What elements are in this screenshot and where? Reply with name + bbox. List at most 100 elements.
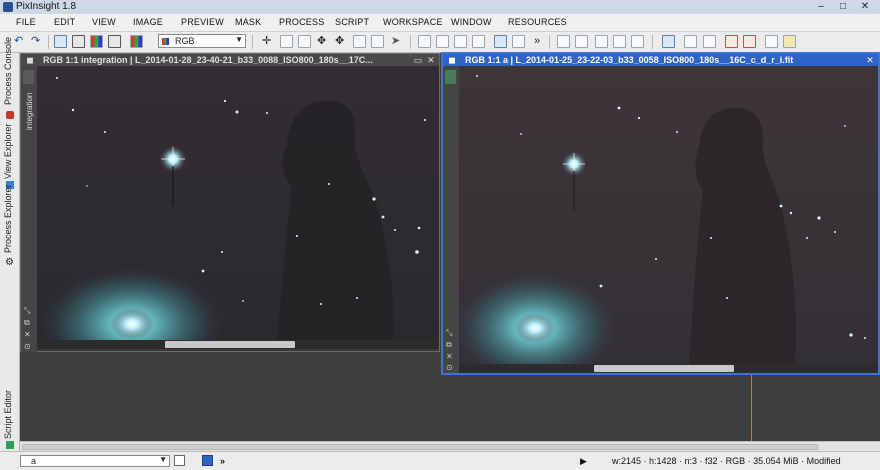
horizontal-scrollbar[interactable] [37, 340, 439, 349]
window-menu-icon[interactable]: ◼ [25, 55, 35, 65]
pin-icon[interactable]: ✕ [24, 330, 31, 339]
tab-label: Process Console [3, 36, 13, 105]
tile-icon[interactable] [557, 35, 570, 48]
zoom-icon[interactable]: ⤡ [446, 328, 452, 338]
window-title-bar[interactable]: RGB 1:1 integration | L_2014-01-28_23-40… [21, 54, 439, 66]
more-icon[interactable]: » [220, 456, 225, 466]
mask-edit-icon[interactable] [512, 35, 525, 48]
astro-image-a [459, 66, 878, 364]
window-close-icon[interactable]: ✕ [865, 55, 875, 65]
window-close-icon[interactable]: ✕ [426, 55, 436, 65]
preview-delete-icon[interactable] [454, 35, 467, 48]
preview-edit-icon[interactable] [436, 35, 449, 48]
window-close-icon[interactable] [725, 35, 738, 48]
new-preview-icon[interactable] [418, 35, 431, 48]
workspace-2-icon[interactable] [684, 35, 697, 48]
window-side-bar: integration ⤡ ⧉ ✕ ⊙ [21, 66, 37, 352]
toolbar-separator [410, 35, 411, 49]
menu-view[interactable]: VIEW [92, 17, 116, 27]
rgb-channels-icon[interactable] [90, 35, 103, 48]
tab-script-editor[interactable]: Script Editor [0, 390, 19, 451]
window-close-all-icon[interactable] [743, 35, 756, 48]
view-tag[interactable] [23, 70, 34, 84]
stack-icon[interactable] [631, 35, 644, 48]
image-canvas[interactable] [37, 66, 439, 342]
title-bar: PixInsight 1.8 – □ ✕ [0, 0, 880, 14]
workspace-3-icon[interactable] [703, 35, 716, 48]
zoom-fit-icon[interactable] [280, 35, 293, 48]
script-editor-icon [6, 441, 14, 449]
scroll-thumb[interactable] [165, 341, 295, 348]
link-icon[interactable]: ⧉ [24, 318, 30, 328]
mask-icon[interactable] [494, 35, 507, 48]
settings-icon[interactable]: ⊙ [446, 363, 453, 372]
arrange-icon[interactable] [613, 35, 626, 48]
histogram-icon[interactable] [72, 35, 85, 48]
menu-window[interactable]: WINDOW [451, 17, 492, 27]
script-icon[interactable] [783, 35, 796, 48]
window-title-bar[interactable]: RGB 1:1 a | L_2014-01-25_23-22-03_b33_00… [443, 54, 878, 66]
menu-process[interactable]: PROCESS [279, 17, 324, 27]
maximize-button[interactable]: □ [834, 1, 852, 13]
horizontal-scrollbar[interactable] [459, 364, 878, 373]
view-select[interactable]: a ▼ [20, 455, 170, 467]
close-button[interactable]: ✕ [856, 1, 874, 13]
select-icon[interactable]: ➤ [391, 34, 400, 48]
console-icon [6, 111, 14, 119]
grid-icon[interactable] [595, 35, 608, 48]
menu-file[interactable]: FILE [16, 17, 36, 27]
view-tag[interactable] [445, 70, 456, 84]
redo-icon[interactable]: ↷ [31, 34, 40, 48]
image-canvas[interactable] [459, 66, 878, 364]
preview-store-icon[interactable] [472, 35, 485, 48]
link-icon[interactable]: ⧉ [446, 340, 452, 350]
expand-icon[interactable]: ✥ [317, 34, 326, 48]
color-icon[interactable] [202, 455, 213, 466]
channel-select[interactable]: RGB ▼ [158, 34, 246, 48]
tab-process-console[interactable]: Process Console [0, 37, 19, 119]
tab-process-explorer[interactable]: ⚙ Process Explorer [0, 184, 19, 268]
window-icon[interactable] [765, 35, 778, 48]
toolbar-separator [48, 35, 49, 49]
pan-icon[interactable]: ✥ [335, 34, 344, 48]
astro-image-integration [37, 66, 439, 342]
more-tools-icon[interactable]: » [534, 34, 540, 48]
menu-resources[interactable]: RESOURCES [508, 17, 567, 27]
zoom-actual-icon[interactable] [371, 35, 384, 48]
chevron-down-icon: ▼ [159, 455, 167, 464]
image-window-integration[interactable]: RGB 1:1 integration | L_2014-01-28_23-40… [20, 53, 440, 352]
view-id-label: integration [25, 92, 34, 130]
menu-preview[interactable]: PREVIEW [181, 17, 224, 27]
undo-icon[interactable]: ↶ [14, 34, 23, 48]
new-image-icon[interactable] [54, 35, 67, 48]
workspace-1-icon[interactable] [662, 35, 675, 48]
zoom-out-icon[interactable] [298, 35, 311, 48]
window-shade-icon[interactable]: ▭ [413, 55, 423, 65]
tab-label: Process Explorer [3, 184, 13, 253]
readout-cross-icon[interactable]: ✛ [262, 34, 271, 48]
window-menu-icon[interactable]: ◼ [447, 55, 457, 65]
channel-color-icon[interactable] [130, 35, 143, 48]
readout-icon[interactable] [108, 35, 121, 48]
menu-edit[interactable]: EDIT [54, 17, 75, 27]
cascade-icon[interactable] [575, 35, 588, 48]
scroll-thumb[interactable] [594, 365, 734, 372]
tab-view-explorer[interactable]: View Explorer [0, 123, 19, 193]
settings-icon[interactable]: ⊙ [24, 342, 31, 351]
pin-icon[interactable]: ✕ [446, 352, 453, 361]
toolbar-separator [252, 35, 253, 49]
view-options-icon[interactable] [174, 455, 185, 466]
zoom-icon[interactable]: ⤡ [24, 306, 30, 316]
menu-image[interactable]: IMAGE [133, 17, 163, 27]
menu-script[interactable]: SCRIPT [335, 17, 369, 27]
menu-mask[interactable]: MASK [235, 17, 261, 27]
workspace-scroll-thumb[interactable] [22, 444, 818, 450]
menu-workspace[interactable]: WORKSPACE [383, 17, 443, 27]
minimize-button[interactable]: – [812, 1, 830, 13]
toolbar-separator [549, 35, 550, 49]
play-icon[interactable]: ▶ [580, 456, 587, 467]
zoom-in-icon[interactable] [353, 35, 366, 48]
app-logo-icon [3, 2, 13, 12]
image-window-a[interactable]: RGB 1:1 a | L_2014-01-25_23-22-03_b33_00… [441, 52, 880, 375]
rgb-swatch-icon [162, 38, 169, 45]
